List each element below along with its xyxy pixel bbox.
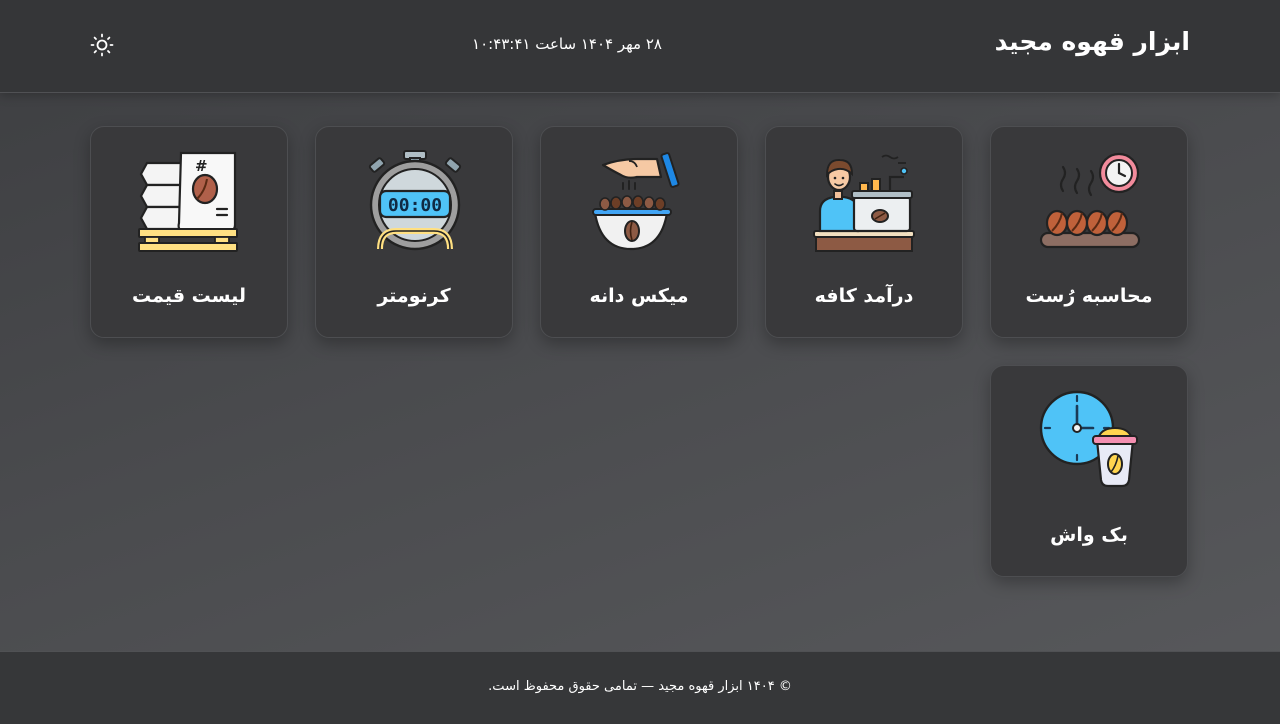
tool-label: درآمد کافه	[814, 285, 914, 307]
sun-icon	[90, 33, 114, 57]
tool-card-roast-calculator[interactable]: محاسبه رُست	[990, 126, 1188, 338]
tool-label: میکس دانه	[589, 285, 689, 307]
tool-card-stopwatch[interactable]: 00:00 کرنومتر	[315, 126, 513, 338]
tool-label: لیست قیمت	[132, 285, 246, 307]
tool-card-backwash[interactable]: بک واش	[990, 365, 1188, 577]
coffee-bags-price-list-icon: #	[135, 149, 245, 259]
hand-pouring-beans-icon	[585, 149, 695, 259]
theme-toggle-button[interactable]	[88, 31, 116, 59]
tool-card-cafe-revenue[interactable]: درآمد کافه	[765, 126, 963, 338]
footer: © ۱۴۰۴ ابزار قهوه مجید — تمامی حقوق محفو…	[0, 651, 1280, 724]
barista-espresso-machine-icon	[810, 149, 920, 259]
tool-label: محاسبه رُست	[1025, 285, 1153, 307]
tool-card-bean-mix[interactable]: میکس دانه	[540, 126, 738, 338]
roasting-beans-timer-icon	[1035, 149, 1145, 259]
price-tag-hash: #	[195, 157, 208, 175]
top-bar: ابزار قهوه مجید ۲۸ مهر ۱۴۰۴ ساعت ۱۰:۴۳:۴…	[0, 0, 1280, 93]
tool-label: بک واش	[1050, 524, 1128, 546]
tool-card-price-list[interactable]: # لیست قیمت	[90, 126, 288, 338]
stopwatch-icon: 00:00	[360, 149, 470, 259]
stopwatch-display: 00:00	[388, 195, 442, 216]
copyright-text: © ۱۴۰۴ ابزار قهوه مجید — تمامی حقوق محفو…	[488, 679, 792, 694]
tool-label: کرنومتر	[377, 285, 451, 307]
clock-coffee-cup-icon	[1035, 388, 1145, 498]
current-datetime: ۲۸ مهر ۱۴۰۴ ساعت ۱۰:۴۳:۴۱	[472, 35, 662, 53]
